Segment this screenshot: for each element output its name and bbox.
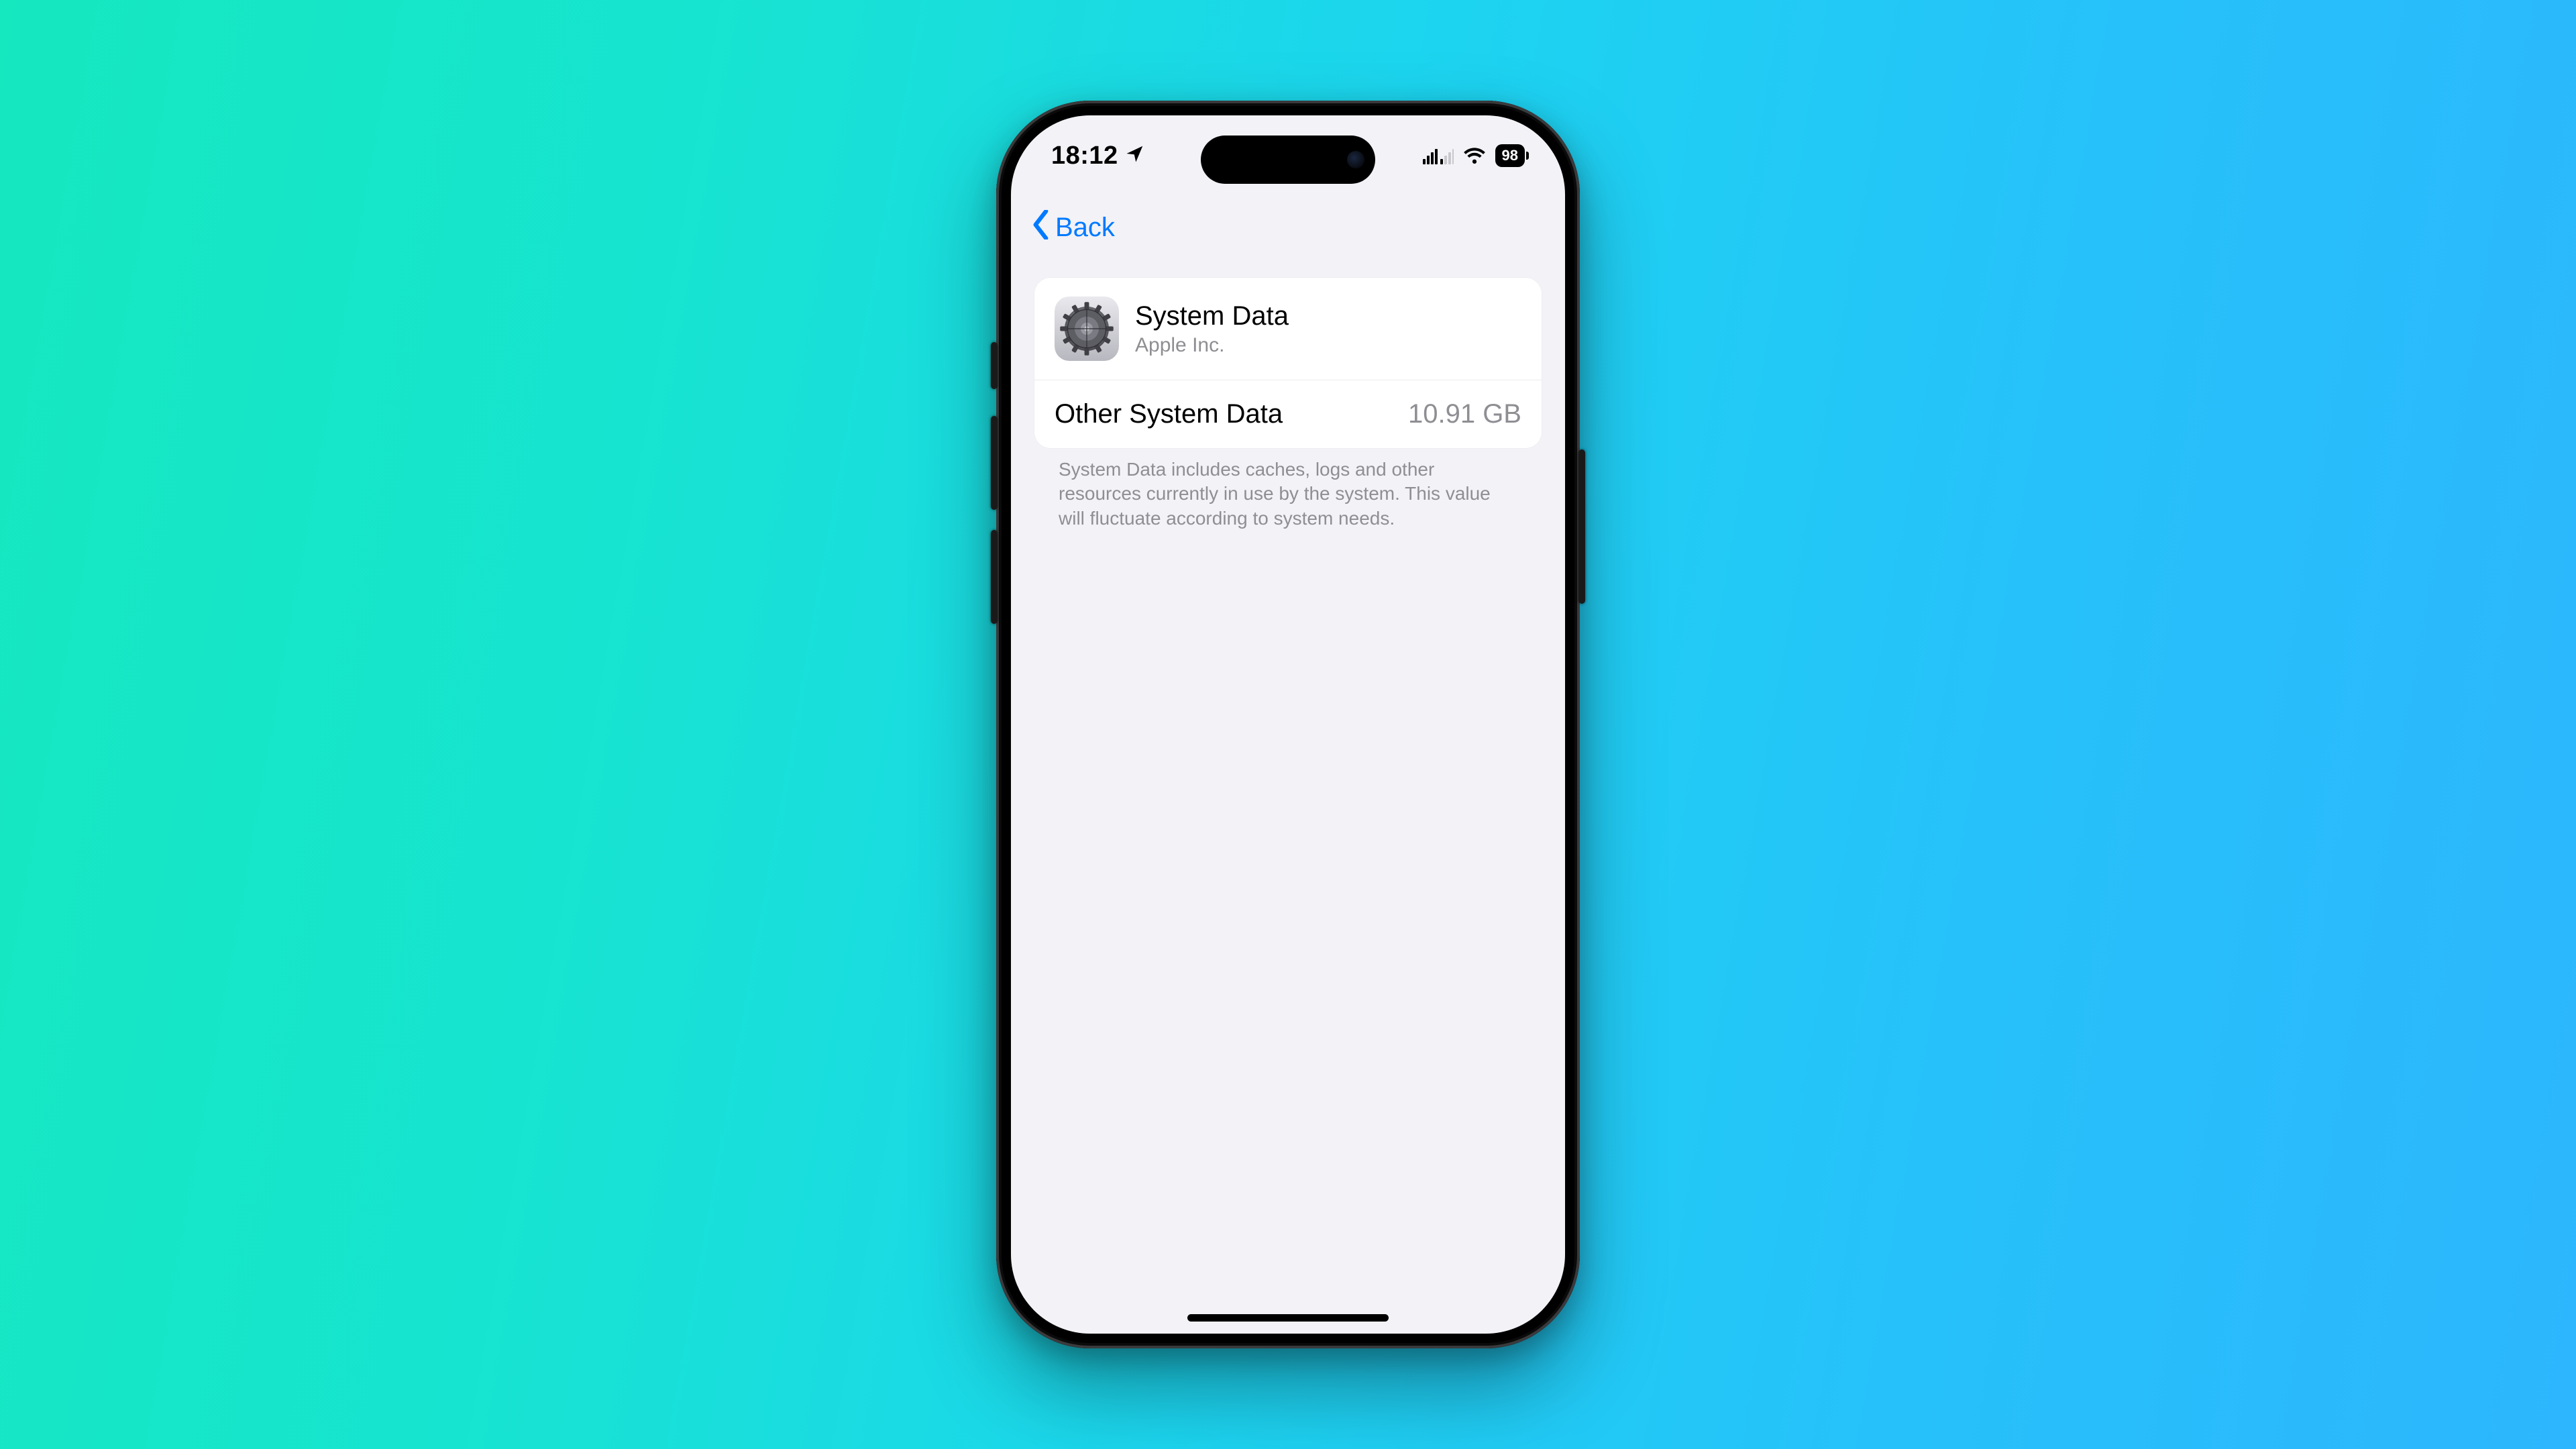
status-time: 18:12 [1051,142,1118,170]
content: System Data Apple Inc. Other System Data… [1034,278,1542,1334]
location-arrow-icon [1125,142,1145,170]
battery-indicator: 98 [1495,144,1525,167]
system-settings-icon [1055,297,1119,361]
status-right: 98 [1423,144,1525,167]
system-data-meta: System Data Apple Inc. [1135,301,1289,357]
other-system-data-row[interactable]: Other System Data 10.91 GB [1034,380,1542,448]
home-indicator[interactable] [1187,1314,1389,1322]
phone-frame: 18:12 [996,101,1580,1348]
dual-sim-signal-icon [1423,147,1454,164]
other-system-data-value: 10.91 GB [1408,399,1521,429]
volume-up-button[interactable] [991,416,998,510]
dynamic-island[interactable] [1201,136,1375,184]
section-footer-note: System Data includes caches, logs and ot… [1034,448,1542,531]
system-data-title: System Data [1135,301,1289,331]
wallpaper: 18:12 [0,0,2576,1449]
battery-level: 98 [1502,147,1518,164]
chevron-left-icon [1028,210,1053,246]
settings-card: System Data Apple Inc. Other System Data… [1034,278,1542,448]
screen: 18:12 [1011,115,1565,1334]
back-label: Back [1055,213,1115,243]
other-system-data-label: Other System Data [1055,399,1283,429]
system-data-header-row: System Data Apple Inc. [1034,278,1542,380]
system-data-subtitle: Apple Inc. [1135,334,1289,357]
nav-bar: Back [1011,196,1565,260]
volume-down-button[interactable] [991,530,998,624]
wifi-icon [1463,147,1486,164]
power-button[interactable] [1578,449,1585,604]
back-button[interactable]: Back [1024,209,1119,247]
mute-switch[interactable] [991,342,998,389]
status-left: 18:12 [1051,142,1145,170]
